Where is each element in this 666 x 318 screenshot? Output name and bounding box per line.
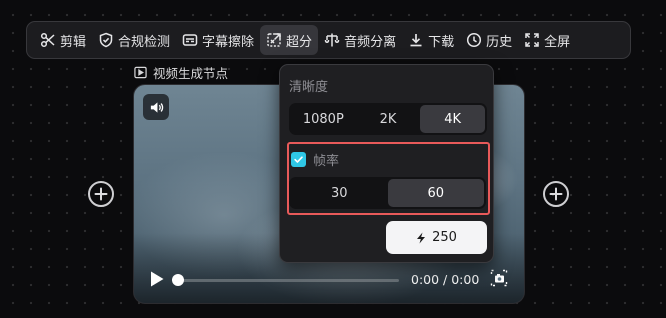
shield-check-icon	[98, 32, 114, 48]
lightning-icon	[417, 232, 426, 243]
add-node-left-button[interactable]	[88, 181, 114, 207]
scissors-icon	[40, 32, 56, 48]
toolbar-item-download[interactable]: 下载	[402, 25, 460, 55]
cost-label: 250	[432, 230, 457, 245]
resolution-option-1080p[interactable]: 1080P	[291, 105, 356, 133]
toolbar-item-upscale[interactable]: 超分	[260, 25, 319, 55]
toolbar-item-audio-split[interactable]: 音频分离	[318, 25, 402, 55]
play-icon[interactable]	[149, 270, 165, 288]
fps-option-60[interactable]: 60	[387, 179, 484, 207]
fps-section-highlight: 帧率 30 60	[287, 142, 490, 215]
upscale-panel: 清晰度 1080P 2K 4K 帧率 30 60 250	[279, 64, 494, 263]
upscale-icon	[266, 32, 282, 48]
top-toolbar: 剪辑 合规检测 字幕擦除 超分 音频分离 下载 历史 全屏	[26, 21, 631, 59]
screenshot-icon[interactable]	[490, 269, 508, 287]
progress-bar[interactable]	[174, 279, 399, 282]
fps-header: 帧率	[291, 150, 339, 169]
toolbar-label: 超分	[286, 34, 313, 50]
toolbar-label: 下载	[428, 34, 455, 50]
progress-knob[interactable]	[172, 274, 184, 286]
toolbar-item-history[interactable]: 历史	[460, 25, 518, 55]
node-title-label: 视频生成节点	[153, 66, 229, 81]
add-node-right-button[interactable]	[543, 181, 569, 207]
toolbar-label: 合规检测	[118, 34, 171, 50]
play-square-icon	[132, 65, 148, 81]
plus-icon	[94, 187, 108, 201]
download-icon	[408, 32, 424, 48]
node-title: 视频生成节点	[132, 63, 228, 82]
toolbar-item-subtitle-erase[interactable]: 字幕擦除	[176, 25, 260, 55]
fps-title: 帧率	[313, 154, 340, 169]
resolution-selector: 1080P 2K 4K	[289, 103, 487, 135]
subtitle-icon	[182, 32, 198, 48]
resolution-title: 清晰度	[289, 80, 329, 95]
check-icon	[294, 156, 303, 163]
fps-checkbox[interactable]	[291, 152, 306, 167]
time-display: 0:00 / 0:00	[411, 272, 480, 287]
audio-split-icon	[324, 32, 340, 48]
fps-selector: 30 60	[289, 177, 486, 209]
toolbar-label: 字幕擦除	[202, 34, 255, 50]
toolbar-label: 全屏	[544, 34, 571, 50]
fullscreen-icon	[524, 32, 540, 48]
resolution-option-4k[interactable]: 4K	[420, 105, 486, 133]
clock-icon	[466, 32, 482, 48]
toolbar-item-compliance[interactable]: 合规检测	[92, 25, 176, 55]
plus-icon	[549, 187, 563, 201]
toolbar-label: 音频分离	[344, 34, 397, 50]
resolution-option-2k[interactable]: 2K	[356, 105, 421, 133]
volume-button[interactable]	[143, 94, 169, 120]
upscale-confirm-button[interactable]: 250	[386, 221, 487, 254]
volume-icon	[150, 101, 163, 113]
fps-option-30[interactable]: 30	[291, 179, 388, 207]
toolbar-label: 剪辑	[60, 34, 87, 50]
toolbar-item-fullscreen[interactable]: 全屏	[518, 25, 576, 55]
toolbar-item-cut[interactable]: 剪辑	[34, 25, 92, 55]
toolbar-label: 历史	[486, 34, 513, 50]
